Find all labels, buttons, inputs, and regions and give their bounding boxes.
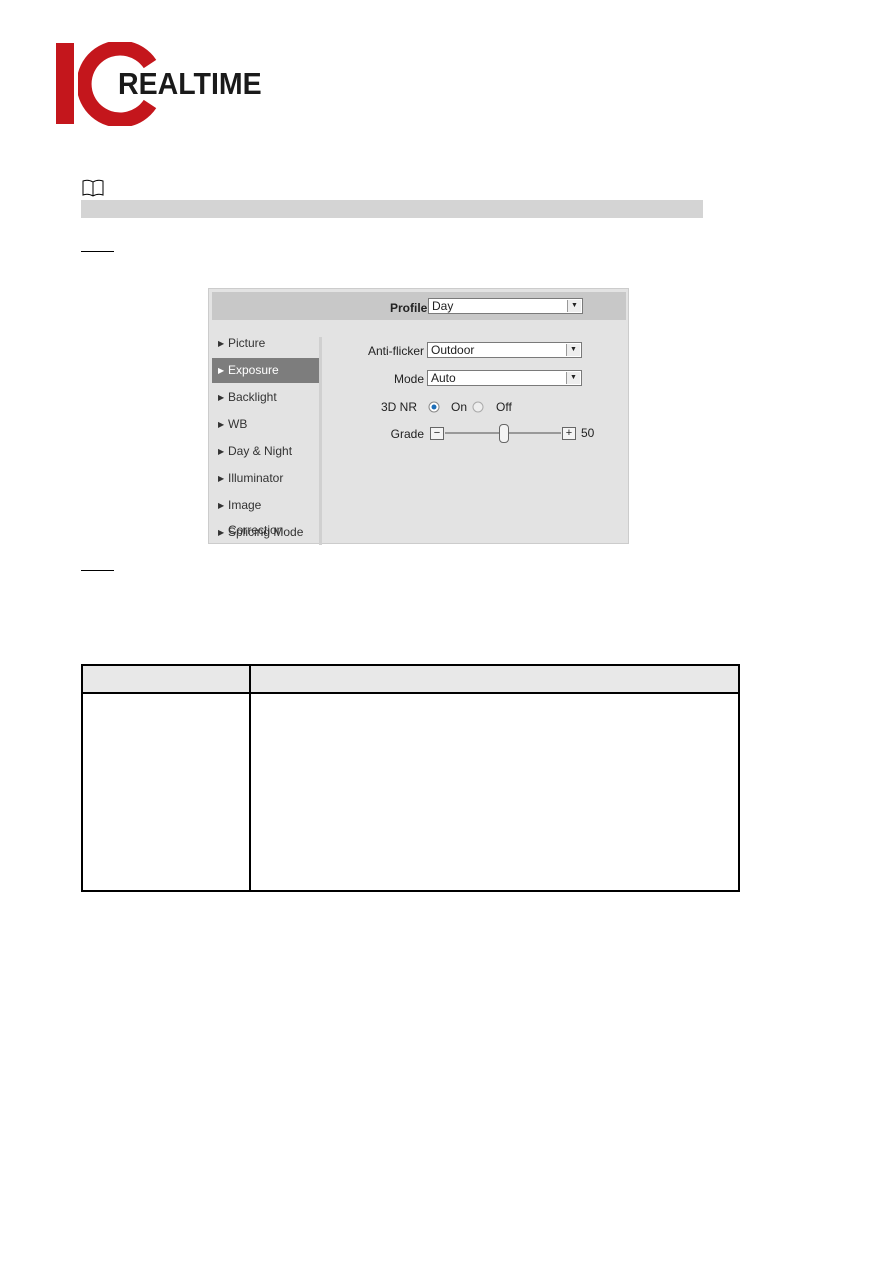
3d-nr-off-label: Off: [496, 400, 512, 414]
caret-right-icon: ▶: [218, 393, 225, 402]
step-underline: [81, 570, 114, 571]
sidebar-item-label: WB: [228, 417, 248, 431]
book-icon: [82, 179, 104, 197]
parameter-table: [81, 664, 740, 892]
profile-select[interactable]: Day ▼: [428, 298, 583, 314]
sidebar-item-image-correction[interactable]: ▶ Image Correction: [212, 493, 319, 537]
chevron-down-icon: ▼: [566, 344, 580, 356]
sidebar-item-label: Backlight: [228, 390, 277, 404]
table-cell: [81, 692, 251, 892]
3d-nr-on-label: On: [451, 400, 468, 414]
table-header-cell: [249, 664, 740, 694]
profile-label: Profile: [390, 301, 428, 315]
caret-right-icon: ▶: [218, 447, 225, 456]
table-header-cell: [81, 664, 251, 694]
caret-right-icon: ▶: [218, 474, 225, 483]
3d-nr-on-radio[interactable]: [428, 401, 440, 413]
anti-flicker-select[interactable]: Outdoor ▼: [427, 342, 582, 358]
minus-icon: −: [433, 427, 441, 439]
mode-label: Mode: [393, 372, 424, 386]
table-header-row: [81, 664, 740, 694]
profile-bar: Profile Day ▼: [212, 292, 626, 320]
sidebar-item-label: Picture: [228, 336, 266, 350]
sidebar-item-label: Illuminator: [228, 471, 284, 485]
3d-nr-off-radio[interactable]: [472, 401, 484, 413]
caret-right-icon: ▶: [218, 366, 225, 375]
plus-icon: +: [565, 427, 573, 439]
caret-right-icon: ▶: [218, 501, 225, 510]
sidebar-item-label: Exposure: [228, 363, 279, 377]
document-page: REALTIME Profile Day ▼ ▶ Picture ▶ Exposur…: [0, 0, 894, 1263]
sidebar-item-splicing-mode[interactable]: ▶ Splicing Mode: [212, 520, 319, 545]
chevron-down-icon: ▼: [566, 372, 580, 384]
sidebar-item-day-night[interactable]: ▶ Day & Night: [212, 439, 319, 464]
chevron-down-icon: ▼: [567, 300, 581, 312]
mode-value: Auto: [431, 371, 456, 385]
profile-value: Day: [432, 299, 454, 313]
table-row: [81, 692, 740, 892]
table-cell: [249, 692, 740, 892]
sidebar-item-backlight[interactable]: ▶ Backlight: [212, 385, 319, 410]
mode-select[interactable]: Auto ▼: [427, 370, 582, 386]
caret-right-icon: ▶: [218, 339, 225, 348]
note-highlight: [81, 200, 703, 218]
step-underline: [81, 251, 114, 252]
caret-right-icon: ▶: [218, 420, 225, 429]
caret-right-icon: ▶: [218, 528, 225, 537]
sidebar-item-wb[interactable]: ▶ WB: [212, 412, 319, 437]
grade-label: Grade: [390, 427, 424, 441]
3d-nr-label: 3D NR: [380, 400, 417, 414]
anti-flicker-label: Anti-flicker: [367, 344, 424, 358]
sidebar-item-exposure[interactable]: ▶ Exposure: [212, 358, 319, 383]
logo-i-mark: [56, 43, 74, 124]
sidebar-item-picture[interactable]: ▶ Picture: [212, 331, 319, 356]
sidebar-item-illuminator[interactable]: ▶ Illuminator: [212, 466, 319, 491]
grade-value: 50: [581, 426, 595, 440]
grade-slider-handle[interactable]: [499, 424, 509, 443]
sidebar-item-label: Splicing Mode: [228, 525, 304, 539]
logo-text: REALTIME: [118, 66, 262, 101]
sidebar-item-label: Day & Night: [228, 444, 293, 458]
sidebar-divider: [319, 337, 322, 545]
anti-flicker-value: Outdoor: [431, 343, 475, 357]
exposure-settings-screenshot: Profile Day ▼ ▶ Picture ▶ Exposure ▶ Backli…: [208, 288, 629, 545]
grade-increase-button[interactable]: +: [562, 427, 576, 440]
grade-decrease-button[interactable]: −: [430, 427, 444, 440]
